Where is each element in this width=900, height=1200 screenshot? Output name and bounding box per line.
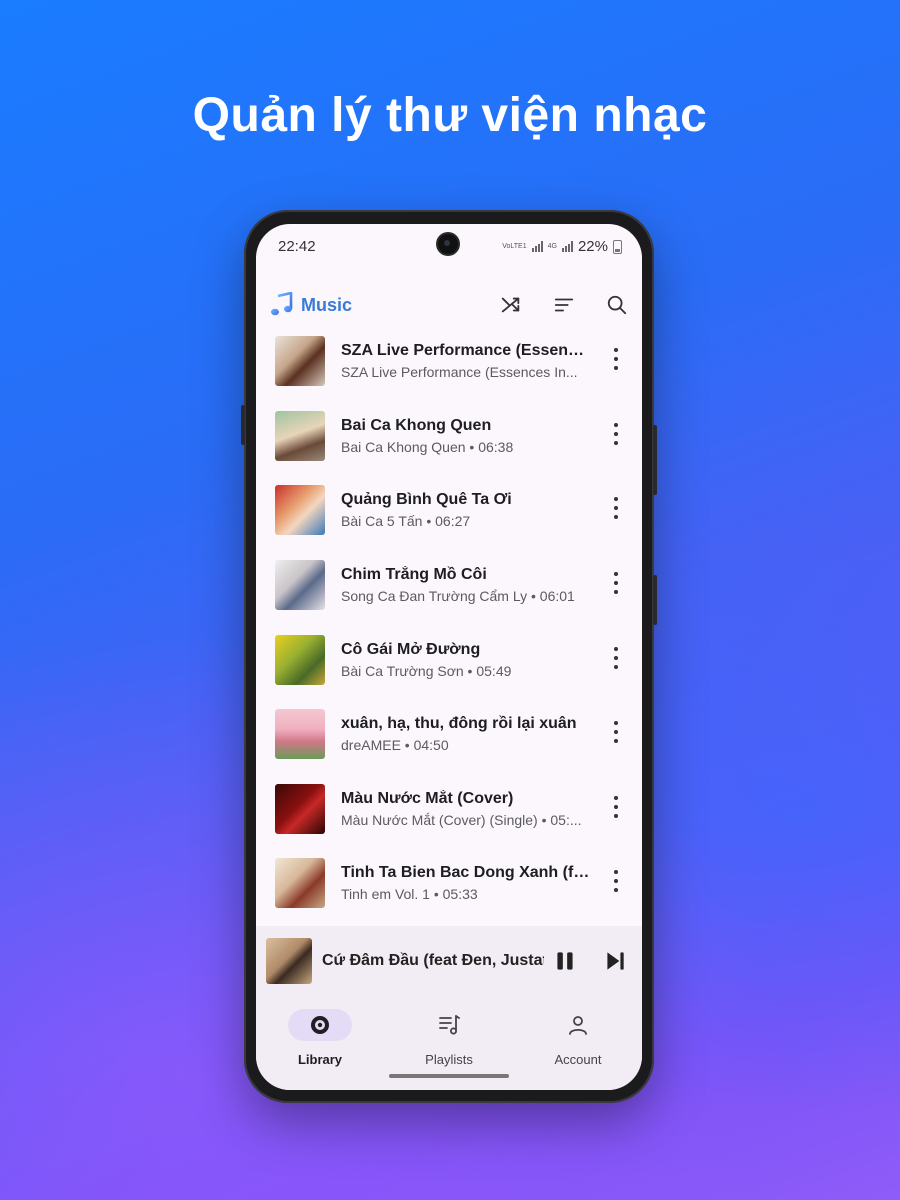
- signal-icon: [531, 241, 543, 252]
- more-options-button[interactable]: [604, 790, 628, 824]
- album-art: [275, 784, 325, 834]
- song-title: SZA Live Performance (Essences In...: [341, 342, 591, 359]
- song-row[interactable]: Bai Ca Khong Quen Bai Ca Khong Quen • 06…: [256, 411, 642, 485]
- album-art: [275, 709, 325, 759]
- skip-next-icon[interactable]: [602, 948, 628, 974]
- app-screen: 22:42 VoLTE1 4G 22% Music SZA Live Perfo…: [256, 224, 642, 1090]
- shuffle-icon: [501, 297, 520, 313]
- song-subtitle: Song Ca Đan Trường Cẩm Ly • 06:01: [341, 588, 575, 604]
- search-button[interactable]: [602, 290, 632, 320]
- person-icon: [569, 1016, 587, 1035]
- front-camera: [438, 234, 458, 254]
- more-options-button[interactable]: [604, 566, 628, 600]
- song-title: Bai Ca Khong Quen: [341, 417, 492, 434]
- song-subtitle: dreAMEE • 04:50: [341, 737, 449, 753]
- song-row[interactable]: SZA Live Performance (Essences In... SZA…: [256, 336, 642, 410]
- song-subtitle: Bai Ca Khong Quen • 06:38: [341, 439, 514, 455]
- music-note-logo-icon: [271, 292, 293, 316]
- nav-label-playlists: Playlists: [425, 1052, 473, 1067]
- album-art: [275, 560, 325, 610]
- status-bar: 22:42 VoLTE1 4G 22%: [256, 224, 642, 264]
- power-button: [653, 425, 657, 495]
- album-art: [275, 336, 325, 386]
- nav-label-account: Account: [554, 1052, 602, 1067]
- app-bar: Music: [256, 276, 642, 332]
- volte-indicator: VoLTE1: [502, 243, 527, 250]
- now-playing-art: [266, 938, 312, 984]
- song-row[interactable]: Cô Gái Mở Đường Bài Ca Trường Sơn • 05:4…: [256, 635, 642, 709]
- battery-percent: 22%: [577, 238, 608, 255]
- song-subtitle: Màu Nước Mắt (Cover) (Single) • 05:...: [341, 812, 582, 828]
- more-options-button[interactable]: [604, 342, 628, 376]
- status-indicators: VoLTE1 4G 22%: [502, 238, 622, 255]
- search-icon: [607, 295, 627, 315]
- song-subtitle: Bài Ca 5 Tấn • 06:27: [341, 513, 471, 529]
- disc-icon: [311, 1016, 329, 1034]
- song-row[interactable]: Chim Trắng Mồ Côi Song Ca Đan Trường Cẩm…: [256, 560, 642, 634]
- more-options-button[interactable]: [604, 641, 628, 675]
- now-playing-title: Cứ Đâm Đầu (feat Đen, Justatee): [322, 952, 544, 969]
- more-options-button[interactable]: [604, 715, 628, 749]
- nav-library[interactable]: Library: [256, 1004, 384, 1074]
- home-indicator[interactable]: [389, 1074, 509, 1078]
- playlist-icon: [439, 1015, 460, 1035]
- mini-player[interactable]: Cứ Đâm Đầu (feat Đen, Justatee): [256, 926, 642, 992]
- phone-frame: 22:42 VoLTE1 4G 22% Music SZA Live Perfo…: [241, 210, 657, 1103]
- album-art: [275, 858, 325, 908]
- app-title: Music: [301, 295, 353, 315]
- more-options-button[interactable]: [604, 417, 628, 451]
- nav-playlists[interactable]: Playlists: [385, 1004, 513, 1074]
- song-row[interactable]: xuân, hạ, thu, đông rồi lại xuân dreAMEE…: [256, 709, 642, 783]
- album-art: [275, 485, 325, 535]
- song-row[interactable]: Màu Nước Mắt (Cover) Màu Nước Mắt (Cover…: [256, 784, 642, 858]
- pause-icon[interactable]: [552, 948, 578, 974]
- song-subtitle: SZA Live Performance (Essences In...: [341, 364, 578, 380]
- song-row[interactable]: Quảng Bình Quê Ta Ơi Bài Ca 5 Tấn • 06:2…: [256, 485, 642, 559]
- signal-icon-2: [561, 241, 573, 252]
- more-options-button[interactable]: [604, 491, 628, 525]
- sort-button[interactable]: [549, 290, 579, 320]
- song-title: Chim Trắng Mồ Côi: [341, 566, 487, 583]
- side-button: [653, 575, 657, 625]
- status-time: 22:42: [278, 238, 316, 255]
- song-title: xuân, hạ, thu, đông rồi lại xuân: [341, 715, 577, 732]
- nav-active-indicator: [288, 1009, 352, 1041]
- shuffle-button[interactable]: [496, 290, 526, 320]
- bottom-navigation: Library Playlists Account: [256, 992, 642, 1090]
- song-subtitle: Bài Ca Trường Sơn • 05:49: [341, 663, 512, 679]
- sort-icon: [554, 298, 574, 312]
- nav-icon-wrap: [417, 1009, 481, 1041]
- nav-account[interactable]: Account: [514, 1004, 642, 1074]
- song-row[interactable]: Tinh Ta Bien Bac Dong Xanh (ft.... Tinh …: [256, 858, 642, 932]
- song-title: Quảng Bình Quê Ta Ơi: [341, 491, 512, 508]
- network-type-indicator: 4G: [547, 243, 557, 250]
- battery-icon: [613, 239, 622, 254]
- volume-button: [241, 405, 245, 445]
- headline: Quản lý thư viện nhạc: [192, 89, 708, 142]
- more-options-button[interactable]: [604, 864, 628, 898]
- album-art: [275, 411, 325, 461]
- song-subtitle: Tinh em Vol. 1 • 05:33: [341, 886, 478, 902]
- nav-label-library: Library: [297, 1052, 343, 1067]
- song-title: Cô Gái Mở Đường: [341, 641, 481, 658]
- song-title: Tinh Ta Bien Bac Dong Xanh (ft....: [341, 864, 591, 881]
- nav-icon-wrap: [546, 1009, 610, 1041]
- song-title: Màu Nước Mắt (Cover): [341, 790, 514, 807]
- album-art: [275, 635, 325, 685]
